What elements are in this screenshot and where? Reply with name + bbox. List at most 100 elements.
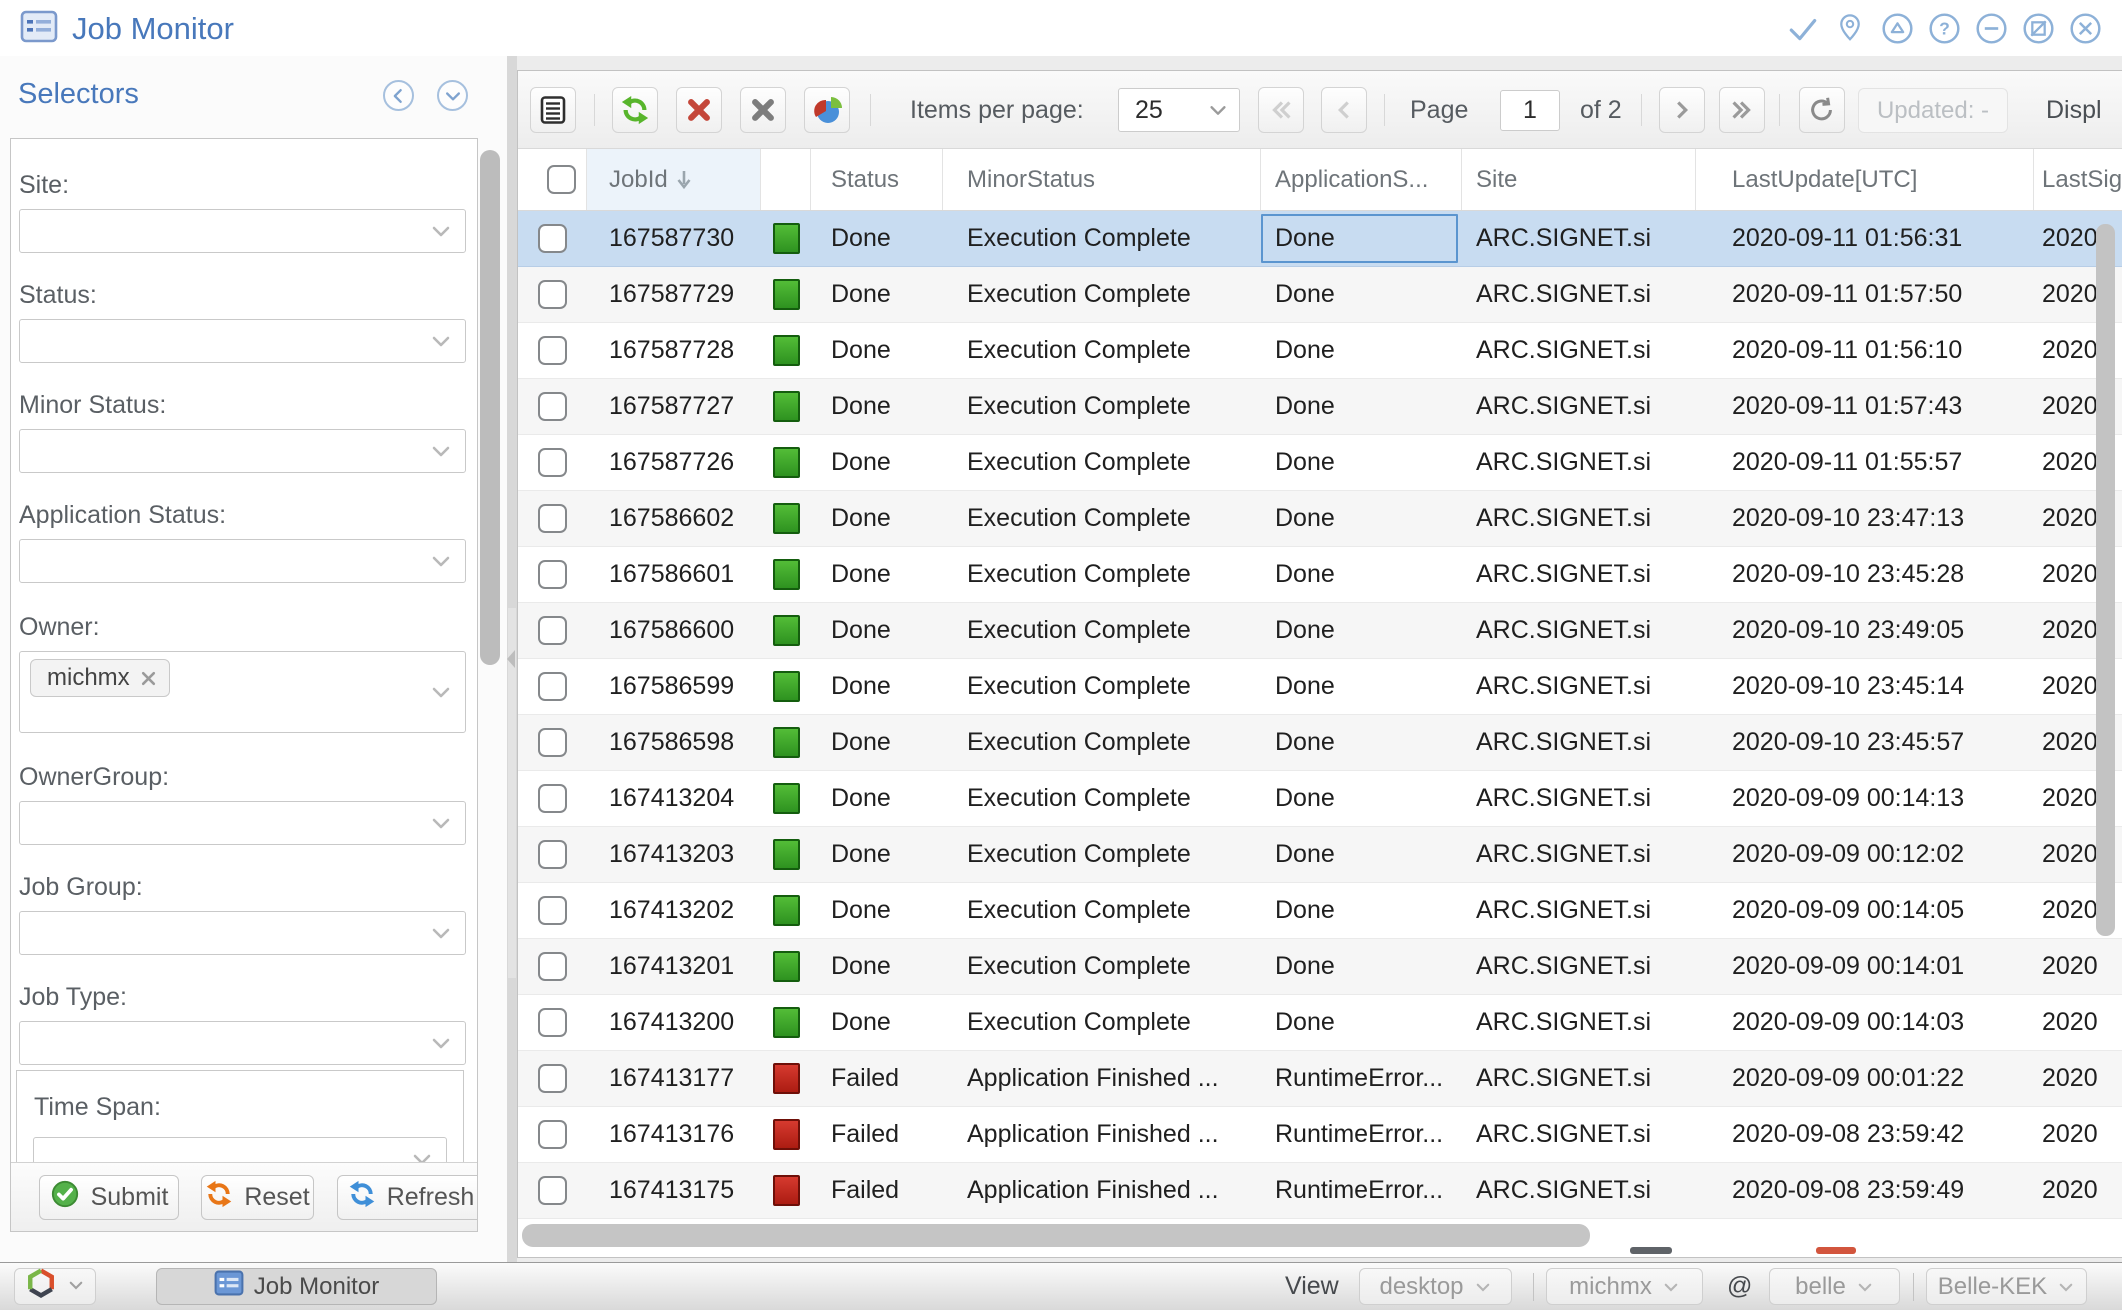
view-select[interactable]: desktop	[1359, 1268, 1512, 1305]
up-circle-icon[interactable]	[1880, 11, 1914, 45]
cell-site: ARC.SIGNET.si	[1462, 995, 1696, 1050]
cell-status-icon	[761, 1163, 811, 1218]
panel-splitter[interactable]	[507, 56, 517, 1262]
column-header-minorstatus[interactable]: MinorStatus	[943, 149, 1261, 210]
table-row[interactable]: 167413202DoneExecution CompleteDoneARC.S…	[518, 883, 2122, 939]
table-row[interactable]: 167587726DoneExecution CompleteDoneARC.S…	[518, 435, 2122, 491]
row-checkbox[interactable]	[538, 560, 567, 589]
status-select[interactable]	[19, 319, 466, 363]
jobgroup-select[interactable]	[19, 911, 466, 955]
column-header-checkbox[interactable]	[518, 149, 587, 210]
row-checkbox[interactable]	[538, 840, 567, 869]
table-row[interactable]: 167413176FailedApplication Finished ...R…	[518, 1107, 2122, 1163]
column-header-status[interactable]: Status	[811, 149, 943, 210]
table-row[interactable]: 167586598DoneExecution CompleteDoneARC.S…	[518, 715, 2122, 771]
table-row[interactable]: 167587727DoneExecution CompleteDoneARC.S…	[518, 379, 2122, 435]
table-row[interactable]: 167586601DoneExecution CompleteDoneARC.S…	[518, 547, 2122, 603]
row-checkbox[interactable]	[538, 952, 567, 981]
table-row[interactable]: 167586600DoneExecution CompleteDoneARC.S…	[518, 603, 2122, 659]
row-checkbox[interactable]	[538, 616, 567, 645]
close-circle-icon[interactable]	[2068, 11, 2102, 45]
applicationstatus-select[interactable]	[19, 539, 466, 583]
menu-button[interactable]	[530, 87, 576, 133]
owner-select[interactable]: michmx	[19, 651, 466, 733]
row-checkbox[interactable]	[538, 896, 567, 925]
taskbar-job-monitor-button[interactable]: Job Monitor	[156, 1268, 437, 1305]
column-header-statusicon[interactable]	[761, 149, 811, 210]
items-per-page-select[interactable]: 25	[1118, 88, 1240, 132]
minimize-circle-icon[interactable]	[1974, 11, 2008, 45]
scrollbar-thumb[interactable]	[522, 1224, 1590, 1247]
vertical-scrollbar[interactable]	[2096, 216, 2116, 1219]
ownergroup-select[interactable]	[19, 801, 466, 845]
row-checkbox[interactable]	[538, 504, 567, 533]
pin-icon[interactable]	[1833, 11, 1867, 45]
row-checkbox[interactable]	[538, 336, 567, 365]
row-checkbox[interactable]	[538, 280, 567, 309]
column-header-applications[interactable]: ApplicationS...	[1261, 149, 1462, 210]
submit-button[interactable]: Submit	[39, 1175, 179, 1220]
statistics-pie-button[interactable]	[804, 87, 850, 133]
horizontal-scrollbar[interactable]	[518, 1221, 2122, 1251]
row-checkbox[interactable]	[538, 1008, 567, 1037]
menu-down-button[interactable]	[437, 80, 468, 111]
page-number-input[interactable]	[1500, 90, 1560, 131]
row-checkbox[interactable]	[538, 1120, 567, 1149]
row-checkbox[interactable]	[538, 728, 567, 757]
table-row[interactable]: 167413203DoneExecution CompleteDoneARC.S…	[518, 827, 2122, 883]
reset-button[interactable]: Reset	[201, 1175, 314, 1220]
restore-circle-icon[interactable]	[2021, 11, 2055, 45]
column-header-jobid[interactable]: JobId	[587, 149, 761, 210]
row-checkbox[interactable]	[538, 448, 567, 477]
scrollbar-thumb[interactable]	[480, 150, 500, 665]
first-page-button[interactable]	[1258, 87, 1304, 133]
jobtype-select[interactable]	[19, 1021, 466, 1065]
row-checkbox[interactable]	[538, 784, 567, 813]
row-checkbox[interactable]	[538, 672, 567, 701]
table-row[interactable]: 167587728DoneExecution CompleteDoneARC.S…	[518, 323, 2122, 379]
minimized-window-indicator[interactable]	[1816, 1247, 1856, 1254]
next-page-button[interactable]	[1659, 87, 1705, 133]
kill-job-button[interactable]	[676, 87, 722, 133]
user-select[interactable]: michmx	[1546, 1268, 1703, 1305]
minimized-window-indicator[interactable]	[1630, 1247, 1672, 1254]
cell-jobid: 167586602	[587, 491, 761, 546]
column-header-lastupdateutc[interactable]: LastUpdate[UTC]	[1696, 149, 2034, 210]
reload-button[interactable]	[1799, 87, 1845, 133]
table-row[interactable]: 167413175FailedApplication Finished ...R…	[518, 1163, 2122, 1219]
check-icon[interactable]	[1786, 11, 1820, 45]
refresh-table-button[interactable]	[612, 87, 658, 133]
table-row[interactable]: 167586599DoneExecution CompleteDoneARC.S…	[518, 659, 2122, 715]
prev-page-button[interactable]	[1321, 87, 1367, 133]
help-circle-icon[interactable]: ?	[1927, 11, 1961, 45]
column-header-lastsig[interactable]: LastSig	[2034, 149, 2122, 210]
minorstatus-select[interactable]	[19, 429, 466, 473]
scrollbar-thumb[interactable]	[2096, 224, 2115, 936]
group-select[interactable]: belle	[1769, 1268, 1900, 1305]
collapse-arrow-icon[interactable]	[507, 650, 515, 668]
selectors-scrollbar[interactable]	[480, 140, 501, 1230]
row-checkbox[interactable]	[538, 392, 567, 421]
table-row[interactable]: 167587730DoneExecution CompleteDoneARC.S…	[518, 211, 2122, 267]
row-checkbox[interactable]	[538, 224, 567, 253]
row-checkbox[interactable]	[538, 1176, 567, 1205]
table-row[interactable]: 167413201DoneExecution CompleteDoneARC.S…	[518, 939, 2122, 995]
site-select[interactable]	[19, 209, 466, 253]
table-row[interactable]: 167587729DoneExecution CompleteDoneARC.S…	[518, 267, 2122, 323]
last-page-button[interactable]	[1719, 87, 1765, 133]
table-row[interactable]: 167413204DoneExecution CompleteDoneARC.S…	[518, 771, 2122, 827]
remove-tag-icon[interactable]	[140, 670, 157, 687]
table-row[interactable]: 167413177FailedApplication Finished ...R…	[518, 1051, 2122, 1107]
cell-checkbox	[518, 267, 587, 322]
collapse-panel-button[interactable]	[383, 80, 414, 111]
table-row[interactable]: 167413200DoneExecution CompleteDoneARC.S…	[518, 995, 2122, 1051]
column-header-site[interactable]: Site	[1462, 149, 1696, 210]
row-checkbox[interactable]	[538, 1064, 567, 1093]
table-row[interactable]: 167586602DoneExecution CompleteDoneARC.S…	[518, 491, 2122, 547]
refresh-button[interactable]: Refresh	[337, 1175, 478, 1220]
cell-applicationstatus: RuntimeError...	[1261, 1163, 1462, 1218]
delete-job-button[interactable]	[740, 87, 786, 133]
select-all-checkbox[interactable]	[547, 165, 576, 194]
app-menu-button[interactable]	[14, 1268, 96, 1305]
setup-select[interactable]: Belle-KEK	[1926, 1268, 2087, 1305]
